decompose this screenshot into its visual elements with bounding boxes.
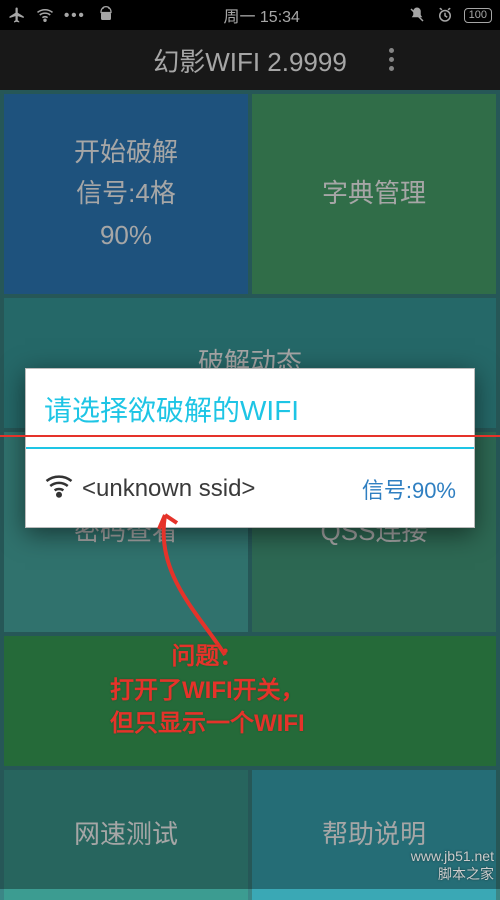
annotation-text: 问题： 打开了WIFI开关， 但只显示一个WIFI xyxy=(110,640,305,741)
watermark: www.jb51.net 脚本之家 xyxy=(411,847,494,883)
watermark-line: www.jb51.net xyxy=(411,847,494,865)
wifi-list-item[interactable]: <unknown ssid> 信号:90% xyxy=(26,455,474,527)
wifi-signal-icon xyxy=(44,473,74,505)
wifi-signal-label: 信号:90% xyxy=(362,473,456,505)
wifi-select-dialog: 请选择欲破解的WIFI <unknown ssid> 信号:90% xyxy=(25,368,475,528)
dialog-separator xyxy=(26,447,474,449)
annotation-line: 打开了WIFI开关， xyxy=(110,674,305,708)
wifi-ssid: <unknown ssid> xyxy=(82,475,362,503)
annotation-hline xyxy=(0,435,500,437)
modal-overlay[interactable]: 请选择欲破解的WIFI <unknown ssid> 信号:90% xyxy=(0,0,500,889)
watermark-line: 脚本之家 xyxy=(411,865,494,883)
annotation-line: 但只显示一个WIFI xyxy=(110,707,305,741)
annotation-line: 问题： xyxy=(110,640,305,674)
